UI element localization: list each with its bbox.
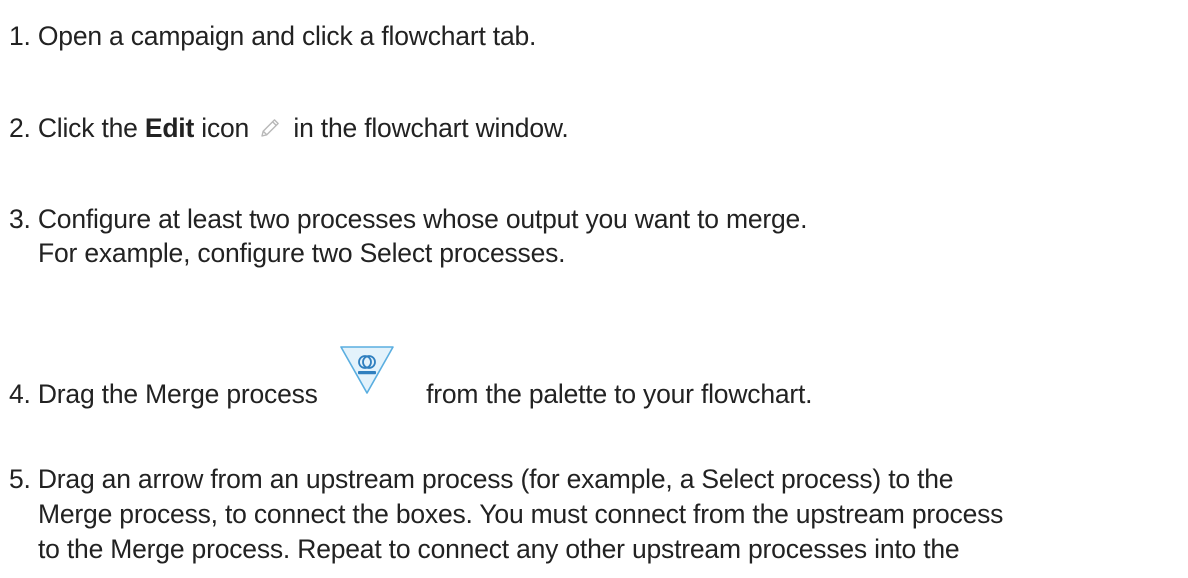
step-4-text-end: from the palette to your flowchart.: [426, 379, 813, 409]
step-4: 4. Drag the Merge process from the palet…: [9, 346, 813, 409]
step-5-text-line-3: to the Merge process. Repeat to connect …: [38, 534, 960, 564]
step-5-text-line-2: Merge process, to connect the boxes. You…: [38, 499, 1004, 529]
step-3-text: 3. Configure at least two processes whos…: [9, 204, 808, 234]
step-3: 3. Configure at least two processes whos…: [9, 203, 807, 235]
step-1-text: 1. Open a campaign and click a flowchart…: [9, 21, 537, 51]
step-5-continuation-1: Merge process, to connect the boxes. You…: [38, 498, 1003, 530]
step-5: 5. Drag an arrow from an upstream proces…: [9, 463, 954, 495]
step-2: 2. Click the Edit icon in the flowchart …: [9, 112, 569, 144]
step-5-continuation-2: to the Merge process. Repeat to connect …: [38, 533, 960, 565]
step-5-text-line-1: 5. Drag an arrow from an upstream proces…: [9, 464, 954, 494]
step-3-example-text: For example, configure two Select proces…: [38, 238, 566, 268]
merge-process-icon: [339, 345, 395, 395]
step-2-text-end: in the flowchart window.: [293, 113, 569, 143]
step-4-text-start: 4. Drag the Merge process: [9, 379, 318, 409]
step-1: 1. Open a campaign and click a flowchart…: [9, 20, 536, 52]
edit-label: Edit: [144, 113, 195, 143]
step-2-text-middle: icon: [194, 113, 250, 143]
pencil-icon: [258, 115, 282, 139]
step-2-text-start: 2. Click the: [9, 113, 145, 143]
step-3-continuation: For example, configure two Select proces…: [38, 237, 566, 269]
